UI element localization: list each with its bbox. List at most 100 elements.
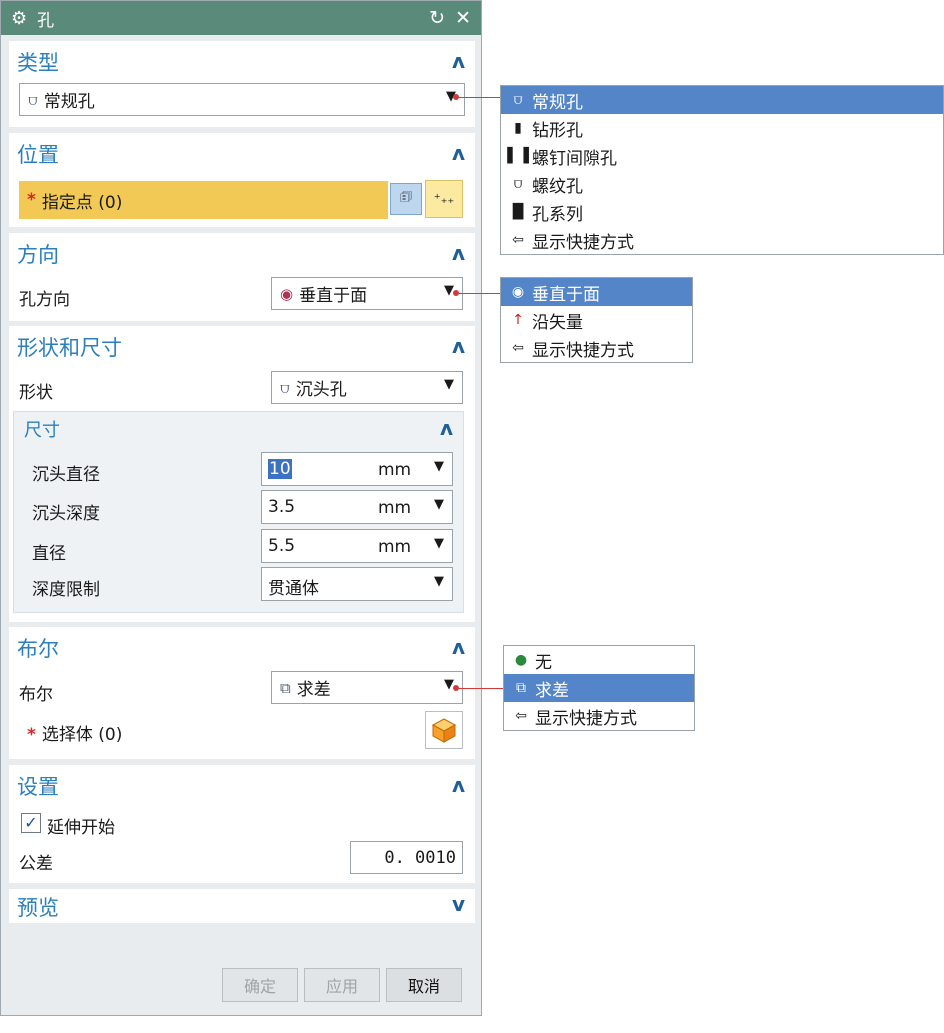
shape-label: 形状 xyxy=(19,383,53,403)
hole-direction-value: 垂直于面 xyxy=(299,286,368,306)
menu-item-subtract[interactable]: ⧉ 求差 xyxy=(504,674,694,702)
tolerance-input[interactable]: 0. 0010 xyxy=(350,841,463,874)
hole-type-icon: ⩌ xyxy=(28,90,38,109)
collapse-caret-icon[interactable]: ʌ xyxy=(452,141,465,165)
settings-section-header[interactable]: 设置 ʌ xyxy=(9,765,475,805)
direction-section-header[interactable]: 方向 ʌ xyxy=(9,233,475,273)
preview-section: 预览 v xyxy=(9,889,475,923)
collapse-caret-icon[interactable]: ʌ xyxy=(452,241,465,265)
leader-dot xyxy=(453,94,459,100)
dropdown-arrow-icon: ▼ xyxy=(434,574,444,589)
menu-item-show-shortcuts[interactable]: ⇦ 显示快捷方式 xyxy=(504,702,694,730)
menu-item-along-vector[interactable]: ↑ 沿矢量 xyxy=(501,306,692,334)
counterbore-depth-label: 沉头深度 xyxy=(32,504,100,524)
ok-button[interactable]: 确定 xyxy=(222,968,298,1002)
preview-section-header[interactable]: 预览 v xyxy=(9,889,475,923)
menu-item-show-shortcuts[interactable]: ⇦ 显示快捷方式 xyxy=(501,226,943,254)
position-section-title: 位置 xyxy=(17,143,59,167)
expand-caret-icon[interactable]: v xyxy=(452,892,465,916)
hole-series-icon: ▐▌ xyxy=(507,204,529,220)
hole-direction-dropdown[interactable]: ◉ 垂直于面 ▼ xyxy=(271,277,463,310)
collapse-caret-icon[interactable]: ʌ xyxy=(452,635,465,659)
none-boolean-icon: ● xyxy=(514,652,528,668)
counterbore-diameter-value: 10 xyxy=(268,459,292,479)
hole-type-dropdown[interactable]: ⩌ 常规孔 ▼ xyxy=(19,83,465,116)
select-body-row[interactable]: * 选择体 (0) xyxy=(27,720,122,745)
position-section-header[interactable]: 位置 ʌ xyxy=(9,133,475,173)
dimensions-title: 尺寸 xyxy=(24,420,60,441)
extend-start-checkbox[interactable]: ✓ xyxy=(21,813,41,833)
boolean-section-title: 布尔 xyxy=(17,637,59,661)
cancel-button[interactable]: 取消 xyxy=(386,968,462,1002)
menu-item-hole-series[interactable]: ▐▌ 孔系列 xyxy=(501,198,943,226)
shape-section-title: 形状和尺寸 xyxy=(17,336,122,360)
collapse-caret-icon[interactable]: ʌ xyxy=(440,416,453,440)
counterbore-diameter-label: 沉头直径 xyxy=(32,465,100,485)
counterbore-icon: ⩌ xyxy=(280,378,290,397)
menu-item-threaded-hole[interactable]: ⩌ 螺纹孔 xyxy=(501,170,943,198)
leader-line xyxy=(456,688,503,689)
boolean-menu: ● 无 ⧉ 求差 ⇦ 显示快捷方式 xyxy=(503,645,695,731)
dropdown-arrow-icon[interactable]: ▼ xyxy=(434,497,444,512)
boolean-dropdown[interactable]: ⧉ 求差 ▼ xyxy=(271,671,463,704)
solid-body-icon xyxy=(431,718,457,743)
depth-limit-value: 贯通体 xyxy=(268,579,319,599)
menu-item-screw-clearance-hole[interactable]: ▌▐ 螺钉间隙孔 xyxy=(501,142,943,170)
type-section-title: 类型 xyxy=(17,51,59,75)
collapse-caret-icon[interactable]: ʌ xyxy=(452,773,465,797)
counterbore-depth-field[interactable]: 3.5 mm ▼ xyxy=(261,490,453,524)
shape-section-header[interactable]: 形状和尺寸 ʌ xyxy=(9,326,475,366)
shape-value: 沉头孔 xyxy=(295,380,347,400)
menu-item-general-hole[interactable]: ⩌ 常规孔 xyxy=(501,86,943,114)
sketch-icon: 🗊 xyxy=(399,190,413,205)
general-hole-icon: ⩌ xyxy=(513,92,523,108)
dropdown-arrow-icon: ▼ xyxy=(444,377,454,392)
menu-item-show-shortcuts[interactable]: ⇦ 显示快捷方式 xyxy=(501,334,692,362)
dimensions-subpanel: 尺寸 ʌ 沉头直径 10 mm ▼ 沉头深度 3.5 mm ▼ 直径 5.5 m… xyxy=(13,411,464,613)
counterbore-diameter-field[interactable]: 10 mm ▼ xyxy=(261,452,453,486)
collapse-caret-icon[interactable]: ʌ xyxy=(452,334,465,358)
specify-point-row[interactable]: * 指定点 (0) xyxy=(19,181,388,219)
menu-item-normal-to-face[interactable]: ◉ 垂直于面 xyxy=(501,278,692,306)
gear-icon[interactable]: ⚙ xyxy=(11,8,27,29)
counterbore-diameter-unit[interactable]: mm xyxy=(378,460,411,480)
diameter-unit[interactable]: mm xyxy=(378,537,411,557)
select-body-button[interactable] xyxy=(425,711,463,749)
diameter-field[interactable]: 5.5 mm ▼ xyxy=(261,529,453,563)
collapse-caret-icon[interactable]: ʌ xyxy=(452,49,465,73)
boolean-value: 求差 xyxy=(296,680,331,700)
diameter-label: 直径 xyxy=(32,544,66,564)
normal-to-face-icon: ◉ xyxy=(280,284,294,303)
settings-section-title: 设置 xyxy=(17,775,59,799)
leader-dot xyxy=(453,290,459,296)
position-section: 位置 ʌ * 指定点 (0) 🗊 ⁺₊₊ xyxy=(9,133,475,227)
reset-icon[interactable]: ↻ xyxy=(429,7,445,29)
diameter-value: 5.5 xyxy=(268,536,296,556)
leader-line xyxy=(456,97,500,98)
close-icon[interactable]: ✕ xyxy=(455,7,471,29)
tolerance-label: 公差 xyxy=(19,854,53,874)
type-section-header[interactable]: 类型 ʌ xyxy=(9,41,475,81)
dropdown-arrow-icon[interactable]: ▼ xyxy=(434,536,444,551)
direction-section-title: 方向 xyxy=(17,243,59,267)
apply-button[interactable]: 应用 xyxy=(304,968,380,1002)
menu-item-none[interactable]: ● 无 xyxy=(504,646,694,674)
depth-limit-dropdown[interactable]: 贯通体 ▼ xyxy=(261,567,453,601)
drill-hole-icon: ▮ xyxy=(514,120,522,136)
boolean-section-header[interactable]: 布尔 ʌ xyxy=(9,627,475,667)
required-star-icon: * xyxy=(27,190,36,210)
point-dialog-button[interactable]: ⁺₊₊ xyxy=(425,180,463,218)
shape-dropdown[interactable]: ⩌ 沉头孔 ▼ xyxy=(271,371,463,404)
hole-direction-label: 孔方向 xyxy=(19,290,70,310)
boolean-label: 布尔 xyxy=(19,685,53,705)
depth-limit-label: 深度限制 xyxy=(32,580,100,600)
required-star-icon: * xyxy=(27,725,36,745)
dialog-title: 孔 xyxy=(37,10,55,31)
counterbore-depth-value: 3.5 xyxy=(268,497,296,517)
menu-item-drill-hole[interactable]: ▮ 钻形孔 xyxy=(501,114,943,142)
type-section: 类型 ʌ ⩌ 常规孔 ▼ xyxy=(9,41,475,127)
dropdown-arrow-icon[interactable]: ▼ xyxy=(434,459,444,474)
sketch-section-button[interactable]: 🗊 xyxy=(390,183,422,215)
extend-start-label: 延伸开始 xyxy=(47,818,115,838)
counterbore-depth-unit[interactable]: mm xyxy=(378,498,411,518)
